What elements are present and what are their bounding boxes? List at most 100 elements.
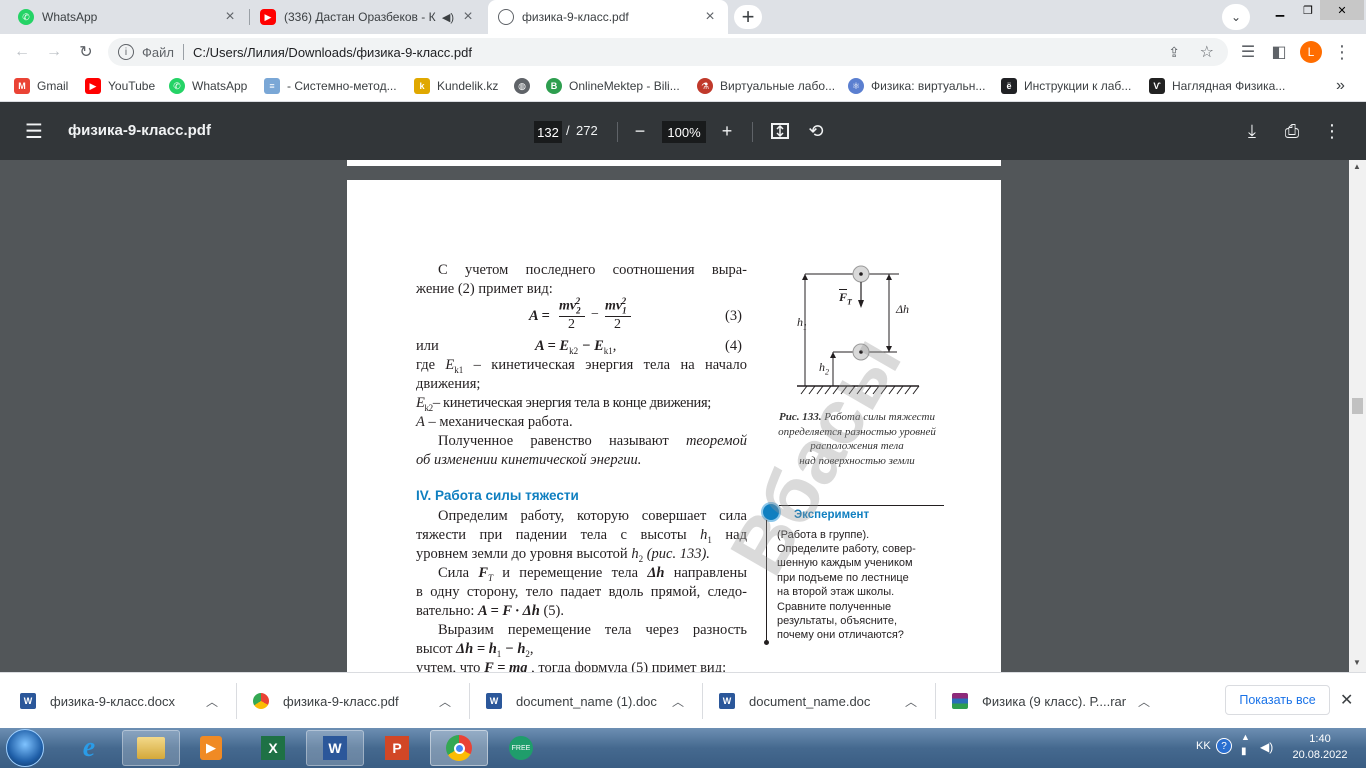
pdf-viewer-area[interactable]: С учетом последнего соотношения выра- же… (0, 160, 1366, 672)
download-item[interactable]: Wdocument_name.doc ︿ (719, 673, 929, 729)
close-window-button[interactable]: ✕ (1320, 0, 1364, 20)
back-button[interactable]: ← (10, 40, 34, 64)
bookmarks-overflow-button[interactable]: » (1336, 76, 1345, 96)
bookmark-label: Kundelik.kz (437, 79, 499, 93)
taskbar-powerpoint-icon[interactable]: P (368, 730, 426, 766)
bookmark-onlinemektep[interactable]: B OnlineMektep - Bili... (546, 76, 680, 96)
chevron-up-icon[interactable]: ︿ (1138, 693, 1150, 710)
taskbar-excel-icon[interactable]: X (244, 730, 302, 766)
bookmark-whatsapp[interactable]: ✆ WhatsApp (169, 76, 247, 96)
show-all-downloads-button[interactable]: Показать все (1225, 685, 1330, 715)
download-item[interactable]: Wфизика-9-класс.docx ︿ (20, 673, 230, 729)
download-filename: Физика (9 класс). Р....rar (982, 693, 1127, 709)
youtube-icon: ▶ (85, 78, 101, 94)
taskbar-chrome-icon[interactable] (430, 730, 488, 766)
tab-title: WhatsApp (42, 10, 98, 24)
chevron-up-icon[interactable]: ︿ (206, 693, 218, 710)
experiment-text: почему они отличаются? (777, 629, 904, 641)
profile-avatar[interactable]: L (1300, 41, 1322, 63)
taskbar-word-icon[interactable]: W (306, 730, 364, 766)
taskbar-ie-icon[interactable]: e (60, 730, 118, 766)
bookmark-naglyadnaya[interactable]: Ѵ Наглядная Физика... (1149, 76, 1285, 96)
reading-list-icon[interactable]: ☰ (1236, 40, 1260, 64)
experiment-text: результаты, объясните, (777, 615, 898, 627)
bookmark-label: Наглядная Физика... (1172, 79, 1286, 93)
help-icon[interactable]: ? (1216, 738, 1232, 754)
tab-whatsapp[interactable]: ✆ WhatsApp × (8, 0, 248, 34)
new-tab-button[interactable]: + (734, 4, 762, 29)
reload-button[interactable]: ↻ (74, 40, 98, 64)
clock-time[interactable]: 1:40 (1290, 733, 1350, 745)
bookmark-globe[interactable]: ◍ (514, 76, 537, 96)
text-line: вательно: A = F · Δh (5). (416, 603, 565, 619)
section-heading: IV. Работа силы тяжести (416, 488, 579, 503)
hamburger-menu-icon[interactable]: ☰ (22, 119, 46, 143)
start-button[interactable] (6, 729, 44, 767)
rotate-icon[interactable]: ⟲ (804, 119, 828, 143)
fit-page-icon[interactable] (768, 119, 792, 143)
scroll-down-arrow[interactable]: ▼ (1353, 658, 1361, 667)
chevron-up-icon[interactable]: ︿ (439, 693, 451, 710)
print-icon[interactable]: ⎙ (1280, 119, 1304, 143)
network-icon[interactable]: ▮ (1241, 746, 1247, 757)
bookmark-virtual-labs[interactable]: ⚗ Виртуальные лабо... (697, 76, 835, 96)
tab-pdf[interactable]: физика-9-класс.pdf × (488, 0, 728, 34)
more-options-icon[interactable]: ⋮ (1320, 119, 1344, 143)
zoom-in-icon[interactable]: + (715, 119, 739, 143)
vertical-scrollbar[interactable]: ▲ ▼ (1349, 160, 1366, 672)
e-icon: ё (1001, 78, 1017, 94)
taskbar-green-app-icon[interactable]: FREE (492, 730, 550, 766)
experiment-rule-dot (764, 640, 769, 645)
tab-youtube[interactable]: ▶ (336) Дастан Оразбеков - Ке ◀) × (250, 0, 486, 34)
text-line: жение (2) примет вид: (416, 281, 553, 297)
download-separator (236, 683, 237, 719)
zoom-input[interactable]: 100% (662, 121, 706, 143)
vf-icon: Ѵ (1149, 78, 1165, 94)
close-downloads-icon[interactable]: ✕ (1340, 690, 1353, 710)
language-indicator[interactable]: KK (1196, 740, 1211, 752)
forward-button[interactable]: → (42, 40, 66, 64)
share-icon[interactable]: ⇪ (1168, 44, 1180, 61)
download-filename: document_name.doc (749, 693, 871, 709)
bookmark-physics-virtual[interactable]: ⚛ Физика: виртуальн... (848, 76, 985, 96)
zoom-out-icon[interactable]: − (628, 119, 652, 143)
tray-arrow-icon[interactable]: ▲ (1241, 732, 1250, 742)
menu-kebab-icon[interactable]: ⋮ (1330, 40, 1354, 64)
side-panel-icon[interactable]: ◧ (1267, 40, 1291, 64)
scrollbar-thumb[interactable] (1352, 398, 1363, 414)
download-item[interactable]: физика-9-класс.pdf ︿ (253, 673, 463, 729)
scroll-up-arrow[interactable]: ▲ (1353, 162, 1361, 171)
close-icon[interactable]: × (460, 8, 476, 26)
clock-date[interactable]: 20.08.2022 (1284, 749, 1356, 761)
page-number-input[interactable]: 132 (534, 121, 562, 143)
bookmark-star-icon[interactable]: ☆ (1200, 42, 1214, 62)
downloads-bar: Wфизика-9-класс.docx ︿ физика-9-класс.pdf… (0, 672, 1366, 728)
download-icon[interactable]: ⤓ (1240, 119, 1264, 143)
taskbar-media-icon[interactable]: ▶ (182, 730, 240, 766)
label-force: FT (839, 290, 852, 307)
close-icon[interactable]: × (702, 8, 718, 26)
info-icon[interactable]: i (118, 44, 134, 60)
whatsapp-icon: ✆ (169, 78, 185, 94)
taskbar-explorer-icon[interactable] (122, 730, 180, 766)
chevron-up-icon[interactable]: ︿ (672, 693, 684, 710)
download-item[interactable]: Wdocument_name (1).doc ︿ (486, 673, 696, 729)
close-icon[interactable]: × (222, 8, 238, 26)
url-text[interactable]: C:/Users/Лилия/Downloads/физика-9-класс.… (193, 45, 472, 60)
equation-3-denominator-2: 2 (614, 317, 621, 332)
bookmark-sistemno[interactable]: ≡ - Системно-метод... (264, 76, 397, 96)
atom-icon: ⚛ (848, 78, 864, 94)
volume-icon[interactable]: ◀) (1260, 740, 1273, 754)
label-delta-h: Δh (896, 302, 910, 316)
chevron-up-icon[interactable]: ︿ (905, 693, 917, 710)
bookmark-youtube[interactable]: ▶ YouTube (85, 76, 155, 96)
speaker-icon[interactable]: ◀) (442, 11, 454, 24)
scheme-label: Файл (142, 44, 174, 60)
bookmark-gmail[interactable]: M Gmail (14, 76, 68, 96)
equation-3-denominator-1: 2 (568, 317, 575, 332)
bookmark-instructions[interactable]: ё Инструкции к лаб... (1001, 76, 1131, 96)
tab-search-button[interactable]: ⌄ (1222, 4, 1250, 30)
bookmark-kundelik[interactable]: k Kundelik.kz (414, 76, 498, 96)
download-item[interactable]: Физика (9 класс). Р....rar ︿ (952, 673, 1162, 729)
address-bar[interactable]: i Файл C:/Users/Лилия/Downloads/физика-9… (108, 38, 1228, 66)
